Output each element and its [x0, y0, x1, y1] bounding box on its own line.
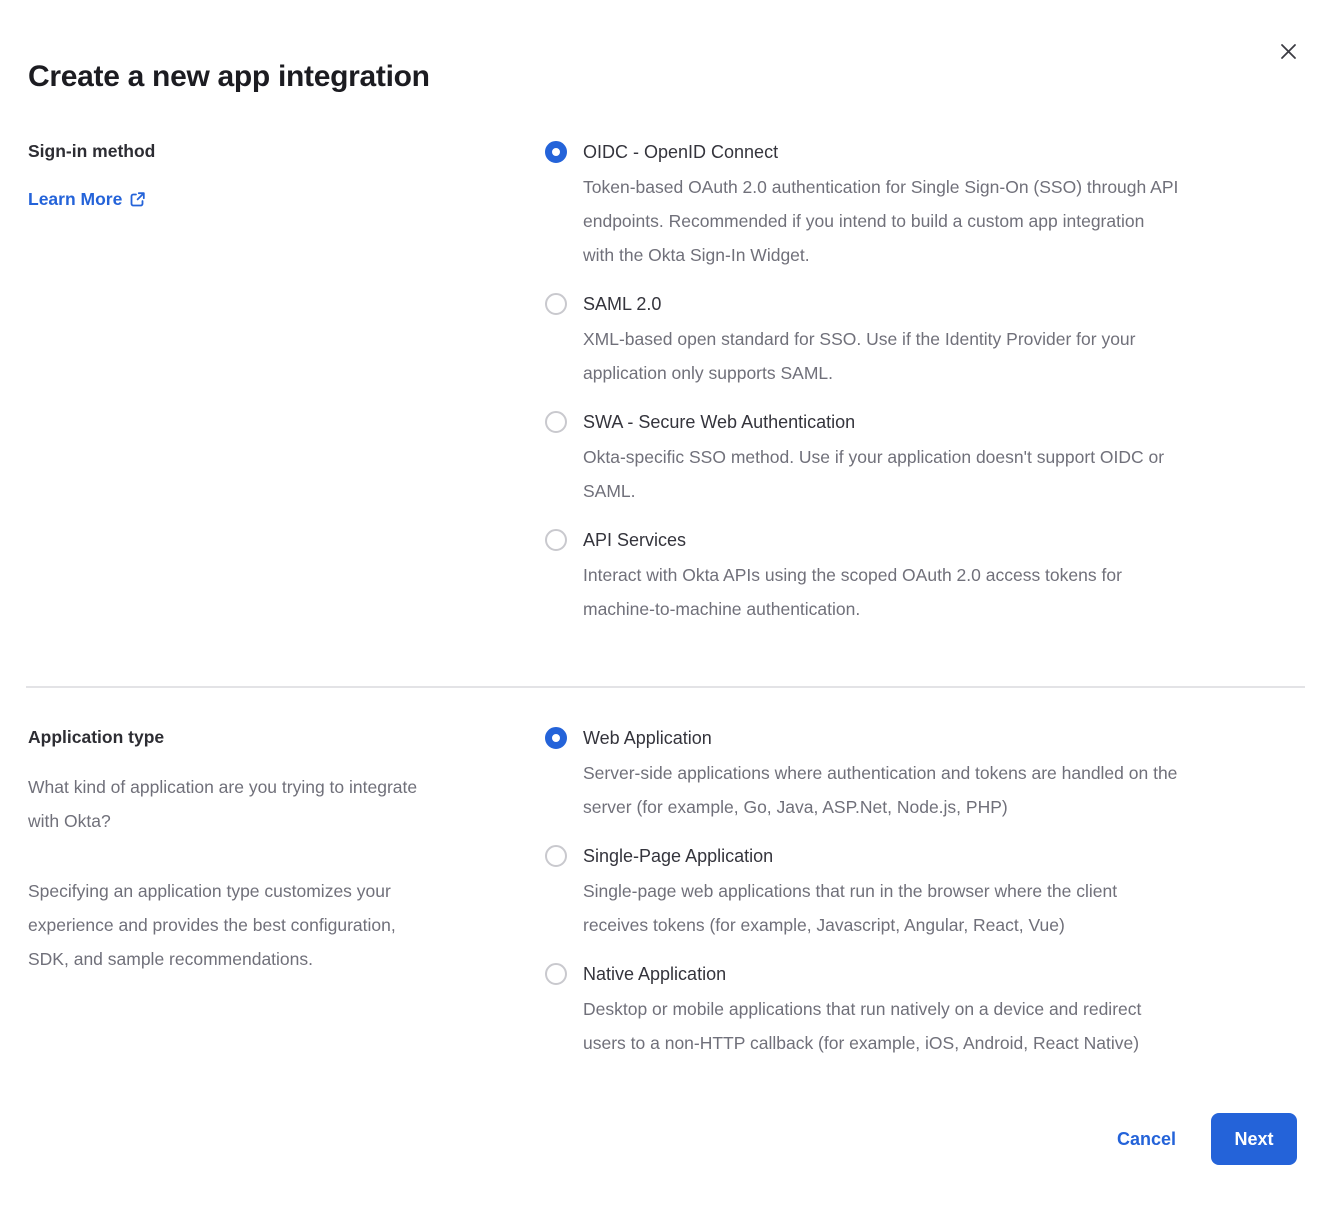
option-swa[interactable]: SWA - Secure Web Authentication Okta-spe…	[545, 411, 1301, 508]
learn-more-link[interactable]: Learn More	[28, 189, 146, 210]
option-description: Server-side applications where authentic…	[583, 756, 1177, 824]
signin-method-left-column: Sign-in method Learn More	[28, 141, 528, 210]
option-label: API Services	[583, 529, 1122, 551]
radio-unselected-icon[interactable]	[545, 411, 567, 433]
option-description: Single-page web applications that run in…	[583, 874, 1117, 942]
option-description: Interact with Okta APIs using the scoped…	[583, 558, 1122, 626]
option-saml-text: SAML 2.0 XML-based open standard for SSO…	[583, 293, 1136, 390]
application-type-intro-2: Specifying an application type customize…	[28, 874, 528, 976]
external-link-icon	[129, 191, 146, 208]
option-label: Web Application	[583, 727, 1177, 749]
close-button[interactable]	[1274, 37, 1302, 65]
signin-method-options: OIDC - OpenID Connect Token-based OAuth …	[545, 141, 1301, 626]
section-divider	[26, 686, 1305, 688]
application-type-options: Web Application Server-side applications…	[545, 727, 1301, 1060]
radio-unselected-icon[interactable]	[545, 529, 567, 551]
option-description: Okta-specific SSO method. Use if your ap…	[583, 440, 1164, 508]
application-type-left-column: Application type What kind of applicatio…	[28, 727, 528, 976]
option-label: Single-Page Application	[583, 845, 1117, 867]
option-label: SWA - Secure Web Authentication	[583, 411, 1164, 433]
option-description: Token-based OAuth 2.0 authentication for…	[583, 170, 1178, 272]
radio-unselected-icon[interactable]	[545, 293, 567, 315]
application-type-label: Application type	[28, 727, 528, 748]
radio-selected-icon[interactable]	[545, 727, 567, 749]
learn-more-label: Learn More	[28, 189, 122, 210]
option-native-application[interactable]: Native Application Desktop or mobile app…	[545, 963, 1301, 1060]
option-native-application-text: Native Application Desktop or mobile app…	[583, 963, 1141, 1060]
signin-method-label: Sign-in method	[28, 141, 528, 162]
dialog-footer: Cancel Next	[1117, 1113, 1297, 1165]
option-description: XML-based open standard for SSO. Use if …	[583, 322, 1136, 390]
option-web-application[interactable]: Web Application Server-side applications…	[545, 727, 1301, 824]
application-type-intro-1: What kind of application are you trying …	[28, 770, 528, 838]
option-oidc-text: OIDC - OpenID Connect Token-based OAuth …	[583, 141, 1178, 272]
option-single-page-application-text: Single-Page Application Single-page web …	[583, 845, 1117, 942]
option-saml[interactable]: SAML 2.0 XML-based open standard for SSO…	[545, 293, 1301, 390]
option-api-services-text: API Services Interact with Okta APIs usi…	[583, 529, 1122, 626]
radio-selected-icon[interactable]	[545, 141, 567, 163]
option-api-services[interactable]: API Services Interact with Okta APIs usi…	[545, 529, 1301, 626]
page-title: Create a new app integration	[28, 60, 430, 94]
option-swa-text: SWA - Secure Web Authentication Okta-spe…	[583, 411, 1164, 508]
close-icon	[1279, 42, 1298, 61]
cancel-button[interactable]: Cancel	[1117, 1129, 1176, 1150]
next-button[interactable]: Next	[1211, 1113, 1297, 1165]
option-description: Desktop or mobile applications that run …	[583, 992, 1141, 1060]
radio-unselected-icon[interactable]	[545, 845, 567, 867]
option-web-application-text: Web Application Server-side applications…	[583, 727, 1177, 824]
option-label: Native Application	[583, 963, 1141, 985]
option-label: SAML 2.0	[583, 293, 1136, 315]
option-single-page-application[interactable]: Single-Page Application Single-page web …	[545, 845, 1301, 942]
option-oidc[interactable]: OIDC - OpenID Connect Token-based OAuth …	[545, 141, 1301, 272]
radio-unselected-icon[interactable]	[545, 963, 567, 985]
option-label: OIDC - OpenID Connect	[583, 141, 1178, 163]
